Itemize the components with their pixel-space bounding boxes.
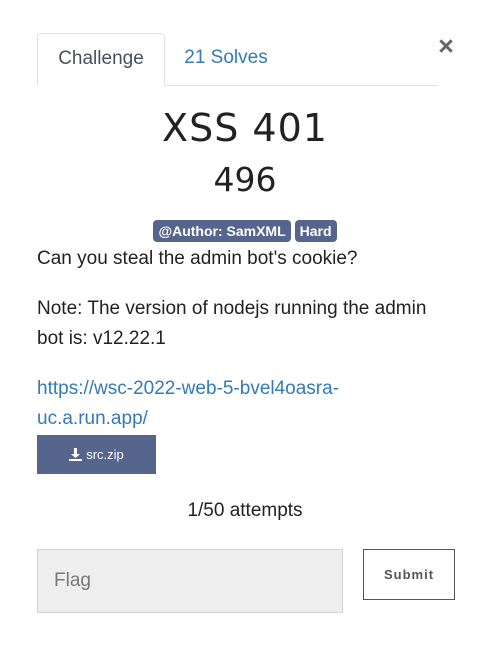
description-note: Note: The version of nodejs running the … [37,298,427,349]
file-download-button[interactable]: src.zip [37,435,156,474]
tab-challenge[interactable]: Challenge [37,33,165,86]
challenge-link[interactable]: https://wsc-2022-web-5-bvel4oasra-uc.a.r… [37,374,397,434]
flag-input[interactable] [37,549,343,613]
tab-solves[interactable]: 21 Solves [171,33,281,85]
tag-difficulty: Hard [294,220,337,242]
challenge-name: XSS 401 [162,106,328,150]
attempts-counter: 1/50 attempts [187,500,303,521]
description-line: Can you steal the admin bot's cookie? [37,248,358,269]
submit-button[interactable]: Submit [363,549,455,600]
challenge-tags: @Author: SamXML Hard [0,220,483,242]
close-icon[interactable]: × [436,33,456,60]
file-download-label: src.zip [86,447,124,462]
tab-bar: Challenge 21 Solves [37,33,438,86]
challenge-modal: Challenge 21 Solves × XSS 401 496 @Autho… [0,0,483,663]
challenge-value: 496 [213,160,277,199]
download-icon [69,448,83,461]
tag-author: @Author: SamXML [153,220,291,242]
